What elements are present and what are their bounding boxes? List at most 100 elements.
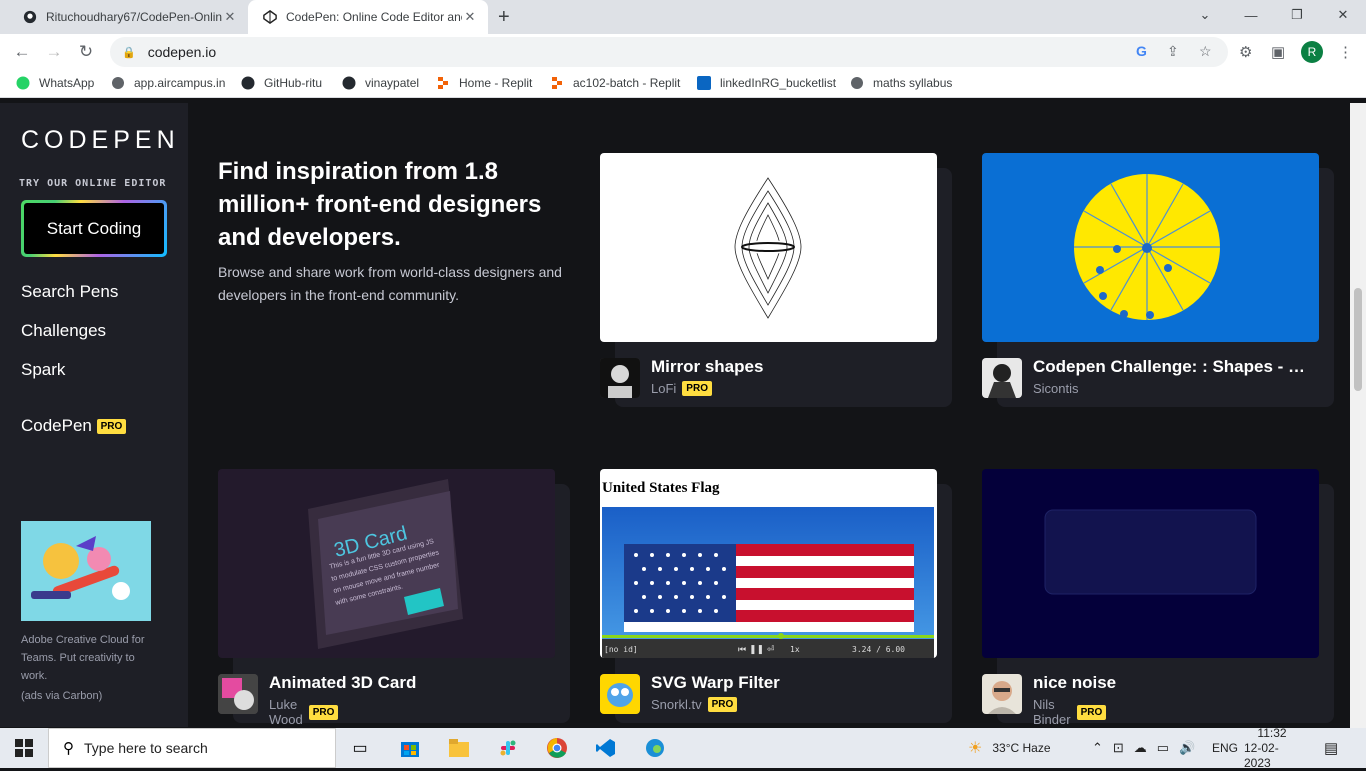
chevron-down-icon[interactable]: ⌄ xyxy=(1182,0,1228,30)
preview-flag-title: United States Flag xyxy=(602,480,720,496)
star-icon[interactable]: ☆ xyxy=(1199,43,1212,60)
google-icon[interactable]: G xyxy=(1136,43,1147,59)
back-icon[interactable]: ← xyxy=(12,42,32,62)
pen-preview[interactable] xyxy=(600,153,937,342)
pro-badge: PRO xyxy=(707,697,738,712)
pro-badge: PRO xyxy=(308,704,339,720)
avatar[interactable] xyxy=(982,358,1022,398)
bookmark-whatsapp[interactable]: WhatsApp xyxy=(16,76,94,90)
replit-icon xyxy=(550,76,564,90)
edge-icon[interactable] xyxy=(643,736,667,760)
notifications-icon[interactable]: ▤ xyxy=(1324,728,1338,768)
avatar[interactable] xyxy=(982,674,1022,714)
avatar[interactable]: R xyxy=(1301,41,1323,63)
avatar[interactable] xyxy=(600,358,640,398)
replit-icon xyxy=(436,76,450,90)
bookmark-replit-home[interactable]: Home - Replit xyxy=(436,76,532,90)
codepen-icon xyxy=(262,9,278,25)
pen-preview[interactable] xyxy=(982,153,1319,342)
avatar[interactable] xyxy=(600,674,640,714)
forward-icon[interactable]: → xyxy=(44,42,64,62)
ad-attribution[interactable]: (ads via Carbon) xyxy=(21,690,102,702)
scrollbar-thumb[interactable] xyxy=(1354,288,1362,391)
github-icon xyxy=(22,9,38,25)
menu-icon[interactable]: ⋮ xyxy=(1338,43,1353,61)
bookmark-github-ritu[interactable]: GitHub-ritu xyxy=(241,76,322,90)
hero-heading: Find inspiration from 1.8 million+ front… xyxy=(218,158,542,251)
reload-icon[interactable]: ↻ xyxy=(76,42,96,62)
bookmark-replit-ac102[interactable]: ac102-batch - Replit xyxy=(550,76,680,90)
taskbar-search[interactable]: ⚲ Type here to search xyxy=(48,728,336,768)
tab-strip: Rituchoudhary67/CodePen-Onlin ✕ CodePen:… xyxy=(0,0,1366,34)
codepen-page: CODEPEN TRY OUR ONLINE EDITOR Start Codi… xyxy=(0,103,1366,727)
bookmark-linkedin[interactable]: linkedInRG_bucketlist xyxy=(697,76,836,90)
pen-title[interactable]: Codepen Challenge: : Shapes - … xyxy=(1033,357,1303,377)
address-bar[interactable]: 🔒 codepen.io xyxy=(110,37,1228,67)
sidebar-item-spark[interactable]: Spark xyxy=(21,360,65,380)
system-tray-icons[interactable]: ⌃⊡☁▭🔊 xyxy=(1092,728,1205,768)
task-view-icon[interactable]: ▭ xyxy=(348,736,372,760)
restore-icon[interactable]: ❐ xyxy=(1274,0,1320,30)
tab-github[interactable]: Rituchoudhary67/CodePen-Onlin ✕ xyxy=(8,0,248,34)
sidepanel-icon[interactable]: ▣ xyxy=(1271,43,1285,61)
pen-title[interactable]: Mirror shapes xyxy=(651,357,921,377)
pen-author[interactable]: LoFi PRO xyxy=(651,381,712,396)
pen-preview[interactable]: 3D Card This is a fun little 3D card usi… xyxy=(218,469,555,658)
bookmark-vinaypatel[interactable]: vinaypatel xyxy=(342,76,419,90)
pen-title[interactable]: nice noise xyxy=(1033,673,1303,693)
github-icon xyxy=(342,76,356,90)
github-icon xyxy=(241,76,255,90)
sidebar-item-codepen-pro[interactable]: CodePen PRO xyxy=(21,416,127,436)
share-icon[interactable]: ⇪ xyxy=(1167,43,1179,60)
avatar[interactable] xyxy=(218,674,258,714)
store-icon[interactable] xyxy=(398,736,422,760)
sidebar-item-challenges[interactable]: Challenges xyxy=(21,321,106,341)
preview-player-status: [no id] xyxy=(604,645,638,654)
ad-image[interactable] xyxy=(21,521,151,621)
pen-author[interactable]: Snorkl.tv PRO xyxy=(651,697,738,712)
url-text: codepen.io xyxy=(147,44,217,60)
search-placeholder: Type here to search xyxy=(84,740,208,756)
extensions-icon[interactable]: ⚙ xyxy=(1239,43,1252,61)
start-coding-button[interactable]: Start Coding xyxy=(21,200,167,257)
close-icon[interactable]: ✕ xyxy=(462,9,478,25)
close-icon[interactable]: ✕ xyxy=(222,9,238,25)
pro-badge: PRO xyxy=(96,419,127,435)
weather-widget[interactable]: ☀ 33°C Haze xyxy=(968,728,1051,768)
try-editor-label: TRY OUR ONLINE EDITOR xyxy=(19,178,167,189)
minimize-icon[interactable]: — xyxy=(1228,0,1274,30)
close-window-icon[interactable]: ✕ xyxy=(1320,0,1366,30)
file-explorer-icon[interactable] xyxy=(447,736,471,760)
vscode-icon[interactable] xyxy=(594,736,618,760)
pen-author[interactable]: Sicontis xyxy=(1033,381,1079,396)
preview-player-speed: 1x xyxy=(790,645,800,654)
sidebar-item-search-pens[interactable]: Search Pens xyxy=(21,282,118,302)
bookmark-maths[interactable]: maths syllabus xyxy=(850,76,952,90)
sidebar: CODEPEN TRY OUR ONLINE EDITOR Start Codi… xyxy=(0,103,188,727)
new-tab-button[interactable]: + xyxy=(498,6,510,29)
pro-badge: PRO xyxy=(1076,704,1107,720)
pen-preview[interactable]: United States Flag [no id] ⏮ ❚❚ ⏎ 1x 3.2… xyxy=(600,469,937,658)
pen-title[interactable]: SVG Warp Filter xyxy=(651,673,921,693)
pen-preview[interactable] xyxy=(982,469,1319,658)
slack-icon[interactable] xyxy=(496,736,520,760)
bookmark-aircampus[interactable]: app.aircampus.in xyxy=(111,76,225,90)
bookmarks-bar: WhatsApp app.aircampus.in GitHub-ritu vi… xyxy=(0,70,1366,98)
page-scrollbar[interactable] xyxy=(1350,103,1366,728)
whatsapp-icon xyxy=(16,76,30,90)
language-indicator[interactable]: ENG xyxy=(1212,728,1238,768)
tab-codepen[interactable]: CodePen: Online Code Editor anc ✕ xyxy=(248,0,488,34)
linkedin-icon xyxy=(697,76,711,90)
ad-text[interactable]: Adobe Creative Cloud for Teams. Put crea… xyxy=(21,631,161,685)
pen-author[interactable]: Nils Binder PRO xyxy=(1033,697,1107,727)
pen-title[interactable]: Animated 3D Card xyxy=(269,673,539,693)
pro-badge: PRO xyxy=(682,381,712,396)
tab-title: CodePen: Online Code Editor anc xyxy=(286,10,462,24)
codepen-logo[interactable]: CODEPEN xyxy=(21,126,180,155)
browser-toolbar: ← → ↻ 🔒 codepen.io G ⇪ ☆ ⚙ ▣ ⋮ xyxy=(0,34,1366,70)
windows-start-icon[interactable] xyxy=(12,736,36,760)
chrome-icon[interactable] xyxy=(545,736,569,760)
clock[interactable]: 11:32 12-02-2023 xyxy=(1244,726,1300,770)
pen-author[interactable]: Luke Wood PRO xyxy=(269,697,339,727)
globe-icon xyxy=(111,76,125,90)
